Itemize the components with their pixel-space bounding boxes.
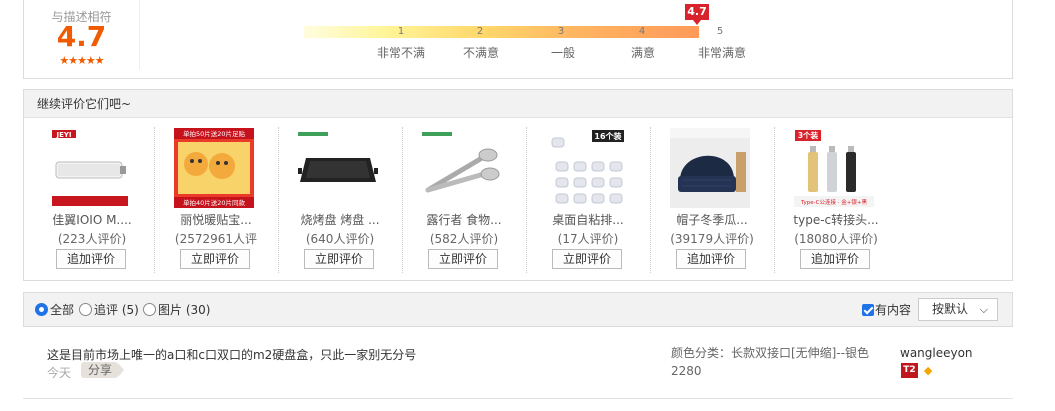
brand-logo-text: JEYI xyxy=(55,131,71,139)
review-username[interactable]: wangleeyon xyxy=(900,346,973,360)
product-review-count: (582人评价) xyxy=(429,232,499,246)
product-review-count: (17人评价) xyxy=(557,232,619,246)
product-card: 单拍50片送20片足贴 单拍40片送20片同款 丽悦暖贴宝... (257296… xyxy=(154,127,278,273)
product-review-count: (640人评价) xyxy=(305,232,375,246)
product-divider xyxy=(278,127,279,273)
share-button[interactable]: 分享 xyxy=(81,362,125,378)
product-name[interactable]: 烧烤盘 烤盘 ... xyxy=(278,211,402,228)
score-value: 4.7 xyxy=(56,20,107,53)
scale-number: 5 xyxy=(716,26,724,37)
product-review-count: (18080人评价) xyxy=(794,232,878,246)
radio-label: 追评 (5) xyxy=(94,303,139,317)
add-review-button[interactable]: 追加评价 xyxy=(800,249,870,269)
radio-icon xyxy=(79,303,92,316)
scale-label: 非常满意 xyxy=(697,46,746,60)
continue-review-panel: 继续评价它们吧~ JEYI 佳翼IOIO M.... (223人评价) 追加评价 xyxy=(23,89,1013,281)
product-image[interactable] xyxy=(670,128,750,208)
sort-value: 按默认 xyxy=(932,302,969,316)
filter-all-radio[interactable]: 全部 xyxy=(35,303,74,317)
product-image[interactable] xyxy=(298,128,378,208)
product-review-count: (39179人评价) xyxy=(670,232,754,246)
filter-images-radio[interactable]: 图片 (30) xyxy=(143,303,210,317)
pack-count-badge: 16个装 xyxy=(594,131,621,141)
filter-followup-radio[interactable]: 追评 (5) xyxy=(79,303,139,317)
sort-dropdown[interactable]: 按默认 ⌵ xyxy=(918,298,998,321)
product-divider xyxy=(402,127,403,273)
product-list: JEYI 佳翼IOIO M.... (223人评价) 追加评价 单拍50片送20… xyxy=(24,127,1014,277)
scale-label: 一般 xyxy=(550,46,575,60)
adapter-strip-text: Type-C公连接 · 金+银+黑 xyxy=(800,198,867,206)
product-image[interactable]: 单拍50片送20片足贴 单拍40片送20片同款 xyxy=(174,128,254,208)
product-card: JEYI 佳翼IOIO M.... (223人评价) 追加评价 xyxy=(30,127,154,273)
checkbox-checked-icon xyxy=(862,304,874,316)
add-review-button[interactable]: 追加评价 xyxy=(676,249,746,269)
product-image[interactable]: 16个装 xyxy=(546,128,626,208)
radio-label: 图片 (30) xyxy=(158,303,211,317)
rating-panel: 与描述相符 4.7 ★★★★★ 1 2 3 4 5 非常不满 不满意 一般 满意… xyxy=(23,0,1013,79)
score-flag: 4.7 xyxy=(685,4,709,25)
product-card: 露行者 食物... (582人评价) 立即评价 xyxy=(402,127,526,273)
review-now-button[interactable]: 立即评价 xyxy=(552,249,622,269)
chevron-down-icon: ⌵ xyxy=(979,303,988,316)
product-image[interactable]: JEYI xyxy=(50,128,130,208)
scale-number: 2 xyxy=(476,26,484,37)
review-date: 今天 xyxy=(47,366,72,380)
product-image[interactable]: 3个装 Type-C公连接 · 金+银+黑 xyxy=(794,128,874,208)
checkbox-label: 有内容 xyxy=(875,303,912,317)
product-name[interactable]: 帽子冬季瓜... xyxy=(650,211,774,228)
product-name[interactable]: type-c转接头... xyxy=(774,211,898,228)
scale-number: 4 xyxy=(638,26,646,37)
scale-label: 非常不满 xyxy=(376,46,425,60)
scale-number: 3 xyxy=(557,26,565,37)
user-badges: T2 ◆ xyxy=(901,363,932,378)
radio-checked-icon xyxy=(35,303,48,316)
product-divider xyxy=(774,127,775,273)
scale-label: 满意 xyxy=(630,46,655,60)
product-divider xyxy=(154,127,155,273)
radio-label: 全部 xyxy=(50,303,75,317)
product-name[interactable]: 桌面自粘排... xyxy=(526,211,650,228)
product-divider xyxy=(650,127,651,273)
product-card: 帽子冬季瓜... (39179人评价) 追加评价 xyxy=(650,127,774,273)
product-card: 16个装 桌面自粘排... (17人评价) 立即评价 xyxy=(526,127,650,273)
review-now-button[interactable]: 立即评价 xyxy=(428,249,498,269)
promo-top-text: 单拍50片送20片足贴 xyxy=(183,129,246,138)
review-item: 这是目前市场上唯一的a口和c口双口的m2硬盘盒，只此一家别无分号 今天 分享 颜… xyxy=(23,336,1013,399)
product-divider xyxy=(526,127,527,273)
pack-count-badge: 3个装 xyxy=(798,130,819,140)
product-review-count: (2572961人评 xyxy=(174,232,258,246)
review-now-button[interactable]: 立即评价 xyxy=(180,249,250,269)
product-review-count: (223人评价) xyxy=(57,232,127,246)
product-card: 烧烤盘 烤盘 ... (640人评价) 立即评价 xyxy=(278,127,402,273)
product-name[interactable]: 佳翼IOIO M.... xyxy=(30,211,154,228)
scale-number: 1 xyxy=(397,26,405,37)
user-level-badge: T2 xyxy=(901,363,918,378)
score-stars: ★★★★★ xyxy=(59,54,104,67)
promo-bottom-text: 单拍40片送20片同款 xyxy=(183,198,246,207)
review-sku: 颜色分类：长款双接口[无伸缩]--银色2280 xyxy=(671,346,870,378)
has-content-checkbox[interactable]: 有内容 xyxy=(862,303,911,317)
review-filter-bar: 全部 追评 (5) 图片 (30) 有内容 按默认 ⌵ xyxy=(23,292,1013,327)
rating-scale: 1 2 3 4 5 非常不满 不满意 一般 满意 非常满意 4.7 xyxy=(304,0,746,70)
product-card: 3个装 Type-C公连接 · 金+银+黑 type-c转接头... (1808… xyxy=(774,127,898,273)
add-review-button[interactable]: 追加评价 xyxy=(56,249,126,269)
continue-review-title: 继续评价它们吧~ xyxy=(24,90,1012,118)
product-name[interactable]: 丽悦暖贴宝... xyxy=(154,211,278,228)
scale-label: 不满意 xyxy=(462,46,499,60)
diamond-icon: ◆ xyxy=(923,364,933,377)
review-text: 这是目前市场上唯一的a口和c口双口的m2硬盘盒，只此一家别无分号 xyxy=(47,348,417,362)
product-image[interactable] xyxy=(422,128,502,208)
product-name[interactable]: 露行者 食物... xyxy=(402,211,526,228)
review-now-button[interactable]: 立即评价 xyxy=(304,249,374,269)
radio-icon xyxy=(143,303,156,316)
score-box: 与描述相符 4.7 ★★★★★ xyxy=(24,0,140,70)
